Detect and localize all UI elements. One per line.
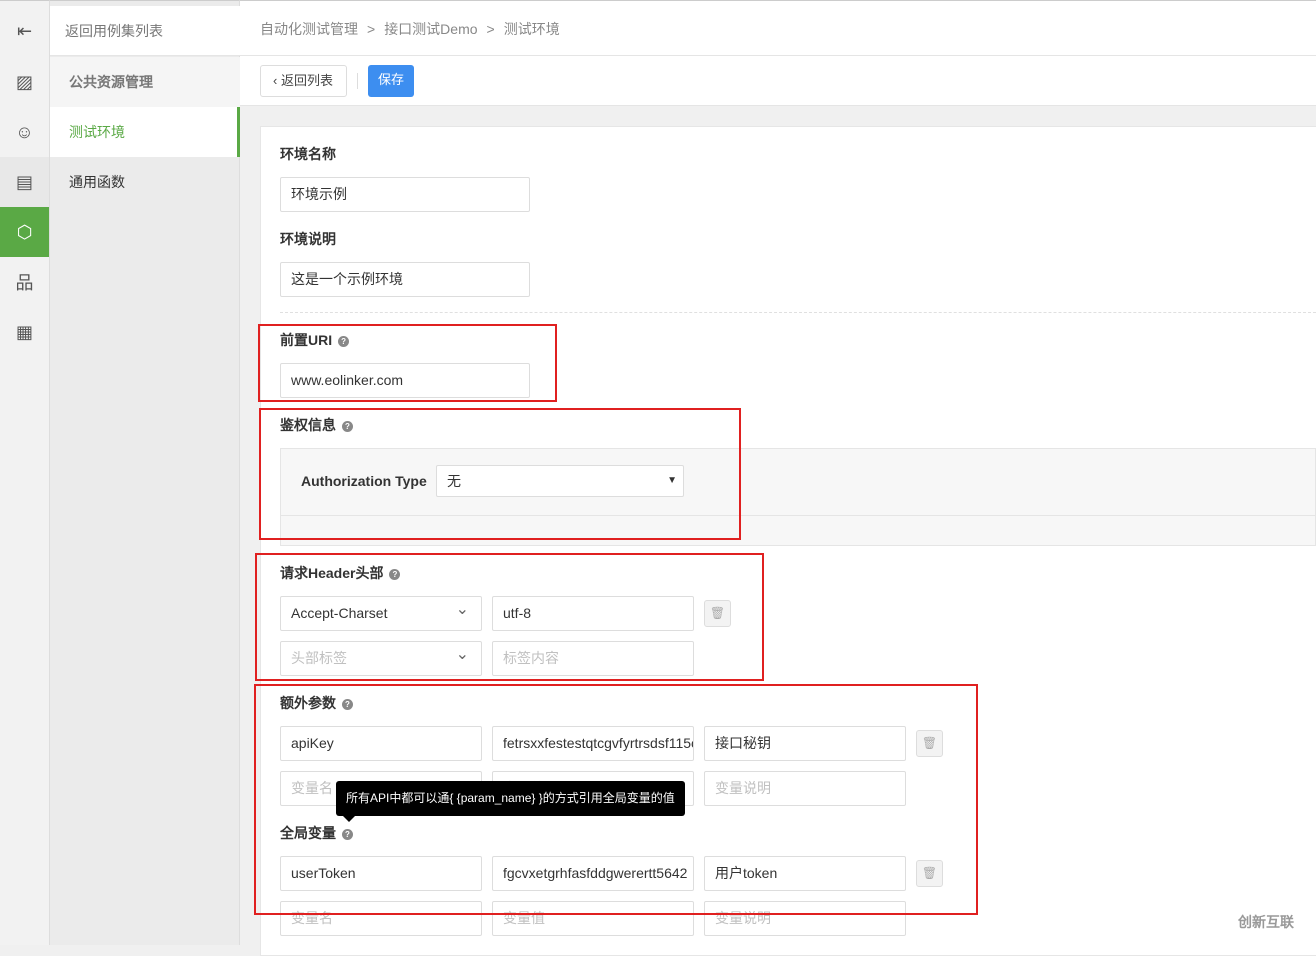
sidebar-item-functions[interactable]: 通用函数 xyxy=(50,157,240,207)
watermark-logo: 创新互联 xyxy=(1218,903,1314,941)
back-label: 返回列表 xyxy=(280,73,333,88)
sitemap-icon[interactable]: 品 xyxy=(0,257,49,307)
chevron-right-icon: > xyxy=(486,21,495,37)
divider xyxy=(357,73,358,89)
env-name-input[interactable]: 环境示例 xyxy=(280,177,530,212)
env-desc-input[interactable]: 这是一个示例环境 xyxy=(280,262,530,297)
env-desc-label: 环境说明 xyxy=(280,231,336,247)
cube-icon[interactable]: ⬡ xyxy=(0,207,49,257)
breadcrumb-item[interactable]: 接口测试Demo xyxy=(384,21,477,37)
highlight-box xyxy=(254,684,978,915)
toolbar: ‹ 返回列表 保存 xyxy=(240,56,1316,106)
icon-sidebar: ⇤ ▨ ☺ ▤ ⬡ 品 ▦ xyxy=(0,0,50,945)
calendar-icon[interactable]: ▦ xyxy=(0,307,49,357)
collapse-icon[interactable]: ⇤ xyxy=(0,6,49,56)
chevron-right-icon: > xyxy=(367,21,376,37)
robot-icon[interactable]: ☺ xyxy=(0,107,49,157)
breadcrumb-item[interactable]: 自动化测试管理 xyxy=(260,21,358,37)
breadcrumb-item: 测试环境 xyxy=(503,21,560,37)
highlight-box xyxy=(255,553,764,681)
breadcrumb: 自动化测试管理 > 接口测试Demo > 测试环境 xyxy=(240,0,1316,56)
divider xyxy=(280,312,1316,313)
back-to-case-list[interactable]: 返回用例集列表 xyxy=(50,6,240,56)
sidebar-item-test-env[interactable]: 测试环境 xyxy=(50,107,240,157)
highlight-box xyxy=(259,408,741,540)
document-icon[interactable]: ▤ xyxy=(0,157,49,207)
env-name-label: 环境名称 xyxy=(280,146,336,162)
save-button[interactable]: 保存 xyxy=(368,65,414,97)
sidebar-item-public-resources[interactable]: 公共资源管理 xyxy=(50,57,240,107)
secondary-sidebar: 返回用例集列表 公共资源管理 测试环境 通用函数 xyxy=(50,0,240,945)
back-to-list-button[interactable]: ‹ 返回列表 xyxy=(260,65,347,97)
chevron-left-icon: ‹ xyxy=(273,73,281,88)
chart-icon[interactable]: ▨ xyxy=(0,57,49,107)
highlight-box xyxy=(258,324,557,402)
